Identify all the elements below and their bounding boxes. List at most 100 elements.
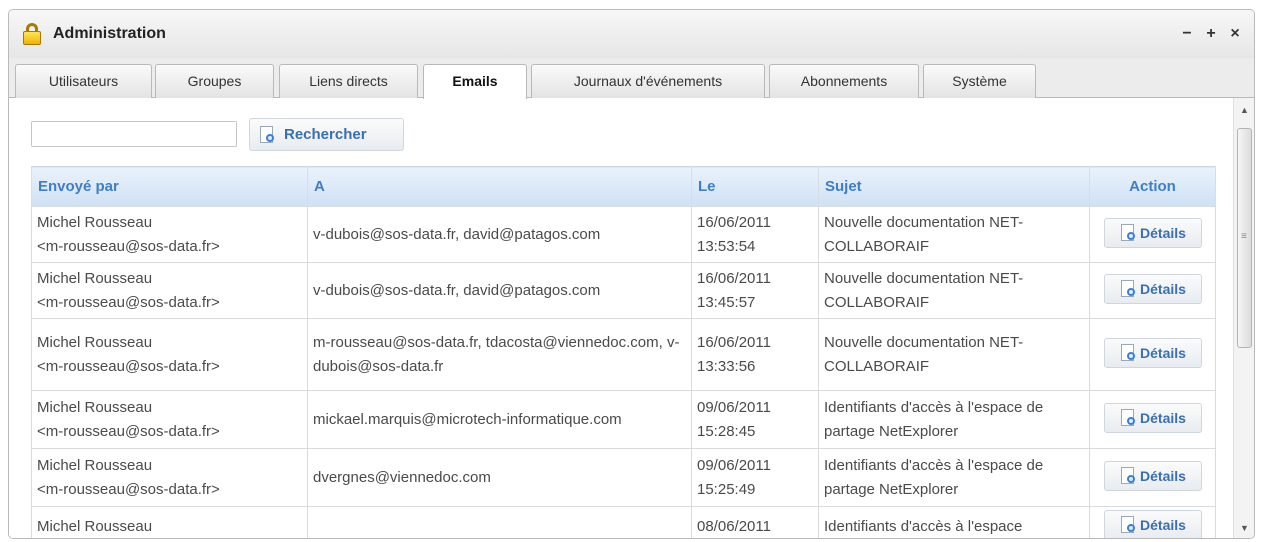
title-bar: Administration − + × [9,10,1254,58]
table-row[interactable]: Michel Rousseau <m-rousseau@sos-data.fr> v… [31,262,1216,319]
sender-name: Michel Rousseau [37,398,153,416]
scroll-thumb[interactable]: ≡ [1237,128,1252,348]
date-value: 16/06/2011 [697,269,771,287]
subject-cell: Nouvelle documentation NET-COLLABORAIF [818,318,1090,391]
table-row[interactable]: Michel Rousseau <m-rousseau@sos-data.fr> m… [31,390,1216,449]
maximize-button[interactable]: + [1200,23,1222,45]
search-document-icon [258,125,276,145]
administration-window: Administration − + × Utilisateurs Groupe… [8,9,1255,539]
time-value: 15:28:45 [697,422,756,440]
sender-email: <m-rousseau@sos-data.fr> [37,480,220,498]
tab-bar: Utilisateurs Groupes Liens directs Email… [9,58,1254,99]
tab-emails[interactable]: Emails [423,64,527,99]
details-button-label: Détails [1140,281,1186,297]
details-button[interactable]: Détails [1103,218,1202,248]
date-cell: 08/06/2011 [691,506,819,538]
table-row[interactable]: Michel Rousseau 08/06/2011 Identifiants d'… [31,506,1216,538]
recipients-cell: dvergnes@viennedoc.com [307,448,692,507]
details-button-label: Détails [1140,225,1186,241]
scroll-up-arrow-icon[interactable]: ▲ [1234,100,1254,120]
lock-icon [23,22,41,46]
recipients-cell: m-rousseau@sos-data.fr, tdacosta@vienned… [307,318,692,391]
table-header-row: Envoyé par A Le Sujet Action [31,166,1216,207]
tab-systeme[interactable]: Système [923,64,1036,98]
tab-journaux-evenements[interactable]: Journaux d'événements [531,64,765,98]
sender-name: Michel Rousseau [37,269,153,287]
action-cell: Détails [1089,206,1216,263]
sender-email: <m-rousseau@sos-data.fr> [37,293,220,311]
sender-email: <m-rousseau@sos-data.fr> [37,357,220,375]
recipients-cell: mickael.marquis@microtech-informatique.c… [307,390,692,449]
action-cell: Détails [1089,318,1216,391]
emails-panel: Rechercher Envoyé par A Le Sujet Action … [9,98,1235,538]
subject-cell: Identifiants d'accès à l'espace de parta… [818,390,1090,449]
sender-cell: Michel Rousseau <m-rousseau@sos-data.fr> [31,390,308,449]
sender-cell: Michel Rousseau <m-rousseau@sos-data.fr> [31,448,308,507]
column-header-subject[interactable]: Sujet [818,166,1090,207]
action-cell: Détails [1089,506,1216,538]
date-cell: 16/06/2011 13:53:54 [691,206,819,263]
action-cell: Détails [1089,390,1216,449]
sender-email: <m-rousseau@sos-data.fr> [37,422,220,440]
time-value: 13:33:56 [697,357,756,375]
details-button[interactable]: Détails [1103,461,1202,491]
date-value: 16/06/2011 [697,333,771,351]
search-input[interactable] [31,121,237,147]
date-cell: 16/06/2011 13:45:57 [691,262,819,319]
details-button[interactable]: Détails [1103,403,1202,433]
tab-liens-directs[interactable]: Liens directs [279,64,418,98]
time-value: 13:45:57 [697,293,756,311]
table-row[interactable]: Michel Rousseau <m-rousseau@sos-data.fr> m… [31,318,1216,391]
subject-cell: Identifiants d'accès à l'espace de parta… [818,448,1090,507]
window-controls: − + × [1176,23,1246,45]
details-document-icon [1119,343,1137,363]
table-row[interactable]: Michel Rousseau <m-rousseau@sos-data.fr> v… [31,206,1216,263]
subject-cell: Nouvelle documentation NET-COLLABORAIF [818,206,1090,263]
tab-abonnements[interactable]: Abonnements [769,64,919,98]
time-value: 13:53:54 [697,237,756,255]
details-document-icon [1119,279,1137,299]
subject-cell: Identifiants d'accès à l'espace [818,506,1090,538]
search-button[interactable]: Rechercher [249,118,404,151]
date-cell: 09/06/2011 15:28:45 [691,390,819,449]
column-header-to[interactable]: A [307,166,692,207]
sender-cell: Michel Rousseau <m-rousseau@sos-data.fr> [31,206,308,263]
column-header-sender[interactable]: Envoyé par [31,166,308,207]
window-title: Administration [53,25,166,42]
details-document-icon [1119,223,1137,243]
details-button[interactable]: Détails [1103,274,1202,304]
date-value: 09/06/2011 [697,456,771,474]
date-cell: 09/06/2011 15:25:49 [691,448,819,507]
tab-utilisateurs[interactable]: Utilisateurs [15,64,152,98]
sender-cell: Michel Rousseau [31,506,308,538]
close-button[interactable]: × [1224,23,1246,45]
details-document-icon [1119,466,1137,486]
recipients-cell: v-dubois@sos-data.fr, david@patagos.com [307,206,692,263]
date-value: 08/06/2011 [697,517,771,535]
details-document-icon [1119,408,1137,428]
recipients-cell: v-dubois@sos-data.fr, david@patagos.com [307,262,692,319]
sender-cell: Michel Rousseau <m-rousseau@sos-data.fr> [31,318,308,391]
action-cell: Détails [1089,262,1216,319]
emails-table: Envoyé par A Le Sujet Action Michel Rous… [31,166,1216,538]
search-button-label: Rechercher [284,126,367,143]
grip-icon: ≡ [1241,231,1247,242]
sender-name: Michel Rousseau [37,333,153,351]
column-header-date[interactable]: Le [691,166,819,207]
vertical-scrollbar[interactable]: ▲ ≡ ▼ [1233,98,1254,538]
sender-cell: Michel Rousseau <m-rousseau@sos-data.fr> [31,262,308,319]
sender-name: Michel Rousseau [37,517,153,535]
details-button-label: Détails [1140,345,1186,361]
scroll-down-arrow-icon[interactable]: ▼ [1234,518,1254,538]
tab-groupes[interactable]: Groupes [155,64,274,98]
details-button-label: Détails [1140,517,1186,533]
table-row[interactable]: Michel Rousseau <m-rousseau@sos-data.fr> d… [31,448,1216,507]
subject-cell: Nouvelle documentation NET-COLLABORAIF [818,262,1090,319]
date-cell: 16/06/2011 13:33:56 [691,318,819,391]
recipients-cell [307,506,692,538]
minimize-button[interactable]: − [1176,23,1198,45]
date-value: 16/06/2011 [697,213,771,231]
details-button[interactable]: Détails [1103,510,1202,538]
details-button[interactable]: Détails [1103,338,1202,368]
sender-email: <m-rousseau@sos-data.fr> [37,237,220,255]
